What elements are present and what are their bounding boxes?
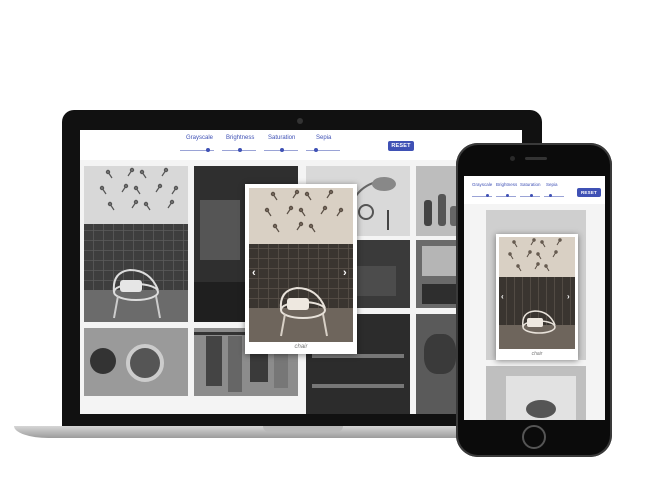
phone-saturation-thumb[interactable] xyxy=(530,194,533,197)
saturation-slider-thumb[interactable] xyxy=(280,148,284,152)
gallery-image-chair[interactable] xyxy=(84,166,188,322)
armchair xyxy=(422,284,458,304)
home-button[interactable] xyxy=(522,425,546,449)
wall-hooks xyxy=(84,166,188,224)
brightness-slider[interactable] xyxy=(222,148,256,152)
coat-1 xyxy=(206,336,222,386)
phone-chevron-left-icon[interactable]: ‹ xyxy=(501,293,504,301)
phone-grayscale-label: Grayscale xyxy=(472,182,493,187)
filter-toolbar xyxy=(80,130,522,160)
phone-lightbox-caption: chair xyxy=(531,351,543,357)
chair-drawing xyxy=(112,268,161,319)
phone-speaker xyxy=(525,157,547,160)
window xyxy=(422,246,458,276)
phone-brightness-thumb[interactable] xyxy=(506,194,509,197)
sepia-slider-thumb[interactable] xyxy=(314,148,318,152)
phone-screen: Grayscale Brightness Saturation Sepia RE… xyxy=(464,176,605,420)
shelf-2 xyxy=(312,384,404,388)
phone-brightness-slider[interactable] xyxy=(496,194,516,197)
vase-1 xyxy=(424,200,432,226)
brightness-slider-thumb[interactable] xyxy=(238,148,242,152)
phone-sepia-slider[interactable] xyxy=(544,194,564,197)
saturation-label: Saturation xyxy=(268,135,296,141)
phone-plant xyxy=(526,400,556,418)
reset-button[interactable]: RESET xyxy=(388,141,414,151)
phone-gallery-image-2[interactable] xyxy=(486,366,586,420)
laptop-notch xyxy=(263,426,343,432)
phone-reset-button[interactable]: RESET xyxy=(577,188,601,197)
gallery-image-cup[interactable] xyxy=(84,328,188,396)
laptop-camera xyxy=(297,118,303,124)
phone-brightness-label: Brightness xyxy=(496,182,518,187)
chevron-right-icon[interactable]: › xyxy=(343,268,347,279)
cabinet xyxy=(200,200,240,260)
sepia-label: Sepia xyxy=(316,135,332,141)
phone-lightbox-hooks xyxy=(508,238,562,272)
phone-sepia-thumb[interactable] xyxy=(549,194,552,197)
lens xyxy=(90,348,116,374)
sepia-slider[interactable] xyxy=(306,148,340,152)
phone-lightbox-chair xyxy=(522,310,556,334)
chevron-left-icon[interactable]: ‹ xyxy=(252,268,256,279)
lightbox-caption: chair xyxy=(294,344,308,350)
phone-grayscale-slider[interactable] xyxy=(472,194,492,197)
phone-grayscale-thumb[interactable] xyxy=(486,194,489,197)
phone-chevron-right-icon[interactable]: › xyxy=(567,293,570,301)
coat-2 xyxy=(228,336,242,392)
saturation-slider[interactable] xyxy=(264,148,298,152)
plant-leaves xyxy=(424,334,456,374)
grayscale-slider-thumb[interactable] xyxy=(206,148,210,152)
phone-sepia-label: Sepia xyxy=(546,182,558,187)
hooks-drawing xyxy=(99,167,179,211)
phone-saturation-label: Saturation xyxy=(520,182,541,187)
grayscale-label: Grayscale xyxy=(186,135,214,141)
lightbox-chair xyxy=(279,286,328,337)
image-lightbox: ‹ › chair xyxy=(245,184,357,354)
phone-lightbox-image[interactable]: ‹ › xyxy=(499,237,575,349)
shelf-1 xyxy=(312,354,404,358)
brightness-label: Brightness xyxy=(226,135,255,141)
lightbox-hooks xyxy=(264,189,344,233)
grayscale-slider[interactable] xyxy=(180,148,214,152)
phone-image-lightbox: ‹ › chair xyxy=(496,234,578,360)
phone-saturation-slider[interactable] xyxy=(520,194,540,197)
lightbox-image[interactable]: ‹ › xyxy=(249,188,353,342)
vase-2 xyxy=(438,194,446,226)
phone-camera xyxy=(510,156,515,161)
cup xyxy=(126,344,164,382)
